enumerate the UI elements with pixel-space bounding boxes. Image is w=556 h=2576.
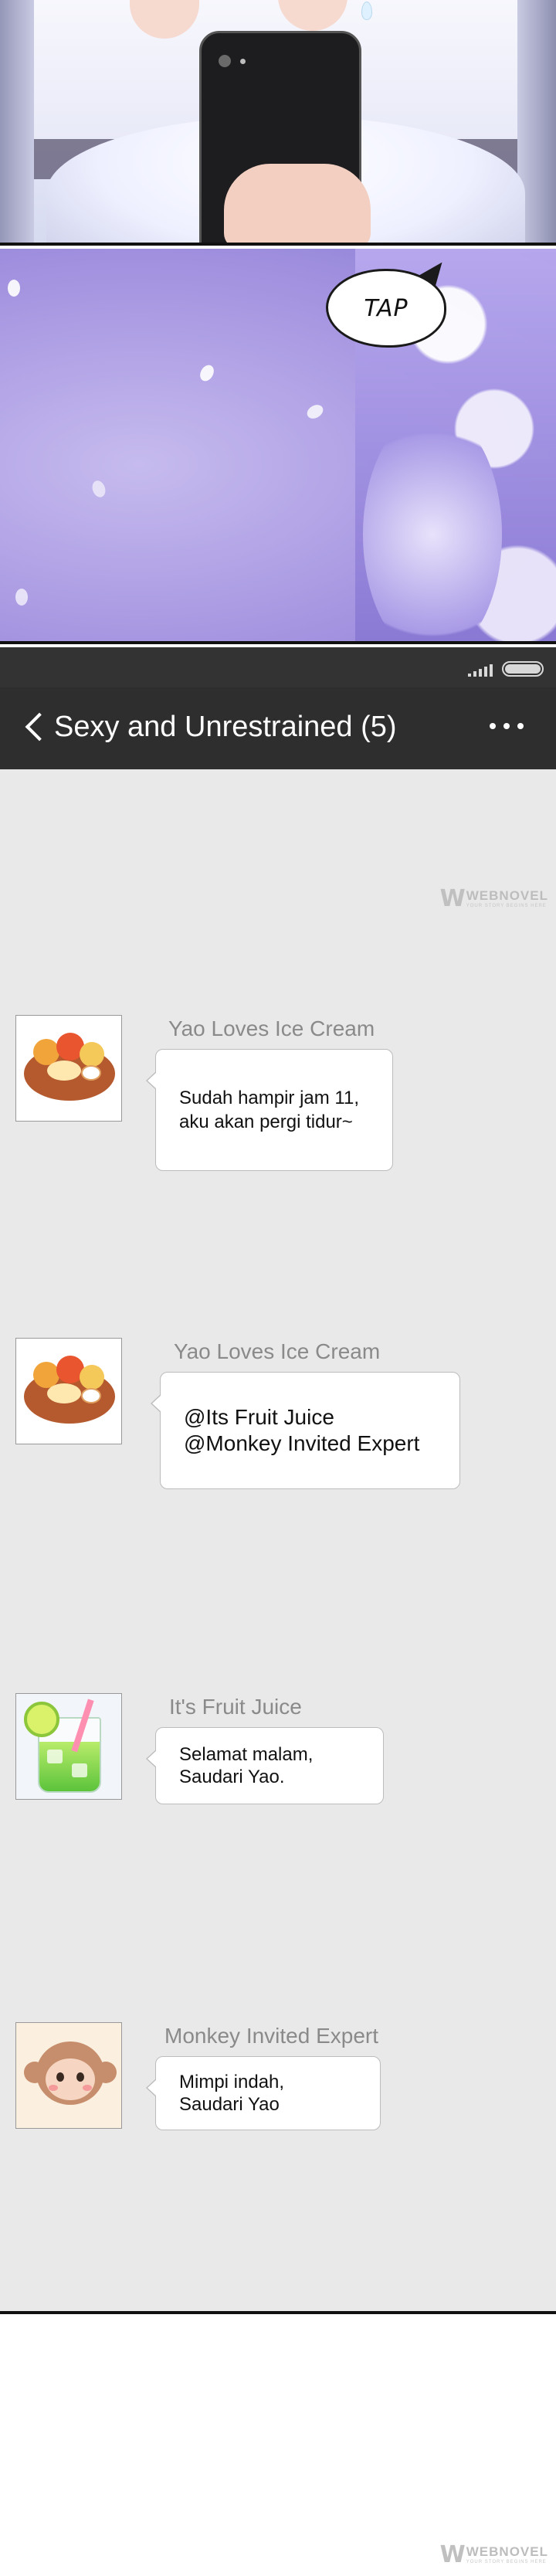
message-line: Sudah hampir jam 11, <box>179 1088 360 1108</box>
phone-camera-icon <box>219 55 231 67</box>
monkey-avatar[interactable] <box>15 2022 122 2129</box>
watermark-tagline: YOUR STORY BEGINS HERE <box>466 2560 547 2564</box>
phone-flash-icon <box>240 59 246 64</box>
sender-name: It's Fruit Juice <box>169 1695 302 1719</box>
webnovel-logo-icon: W <box>439 2541 466 2568</box>
message-bubble[interactable]: Sudah hampir jam 11, aku akan pergi tidu… <box>146 1049 393 1171</box>
sender-name: Monkey Invited Expert <box>164 2024 379 2048</box>
chat-area: W WEBNOVEL YOUR STORY BEGINS HERE Yao Lo… <box>0 769 556 2314</box>
message-line: Saudari Yao <box>179 2094 280 2115</box>
status-bar <box>0 647 556 687</box>
watermark: W WEBNOVEL YOUR STORY BEGINS HERE <box>440 885 548 912</box>
message-bubble[interactable]: @Its Fruit Juice @Monkey Invited Expert <box>151 1372 460 1489</box>
chat-header: Sexy and Unrestrained (5) <box>0 687 556 769</box>
food-platter-avatar[interactable] <box>15 1015 122 1122</box>
flower-cluster-lower <box>363 411 502 641</box>
message-line: @Its Fruit Juice <box>184 1405 334 1429</box>
message-line: Mimpi indah, <box>179 2072 285 2092</box>
watermark-bottom: W WEBNOVEL YOUR STORY BEGINS HERE <box>440 2541 548 2568</box>
watermark-brand: WEBNOVEL <box>466 2544 548 2559</box>
battery-icon <box>502 661 544 677</box>
message-bubble[interactable]: Selamat malam, Saudari Yao. <box>146 1727 384 1804</box>
sender-name: Yao Loves Ice Cream <box>174 1339 381 1363</box>
comic-panel-flowers: TAP <box>0 249 556 644</box>
battery-level <box>505 664 541 674</box>
sfx-bubble: TAP <box>326 269 446 348</box>
chat-title: Sexy and Unrestrained (5) <box>54 711 397 743</box>
message-line: aku akan pergi tidur~ <box>179 1112 353 1132</box>
petal <box>90 478 108 500</box>
signal-icon <box>468 664 494 677</box>
petal <box>304 402 326 422</box>
more-horizontal-icon[interactable] <box>490 723 524 729</box>
hand <box>224 164 371 243</box>
petal <box>15 589 28 606</box>
message-line: Saudari Yao. <box>179 1767 285 1787</box>
message-bubble[interactable]: Mimpi indah, Saudari Yao <box>146 2056 381 2130</box>
webnovel-logo-icon: W <box>439 885 466 912</box>
comic-panel-phone <box>0 0 556 246</box>
message-line: Selamat malam, <box>179 1744 314 1765</box>
sweat-drop-icon <box>361 2 372 20</box>
food-platter-avatar[interactable] <box>15 1338 122 1444</box>
sender-name: Yao Loves Ice Cream <box>168 1016 375 1040</box>
curtain-left <box>0 0 34 243</box>
watermark-tagline: YOUR STORY BEGINS HERE <box>466 904 547 908</box>
chevron-left-icon[interactable] <box>25 712 54 742</box>
petal <box>8 280 20 297</box>
fruit-juice-avatar[interactable] <box>15 1693 122 1800</box>
sfx-text: TAP <box>364 294 409 322</box>
watermark-brand: WEBNOVEL <box>466 888 548 903</box>
message-line: @Monkey Invited Expert <box>184 1431 420 1455</box>
petal <box>197 362 217 384</box>
